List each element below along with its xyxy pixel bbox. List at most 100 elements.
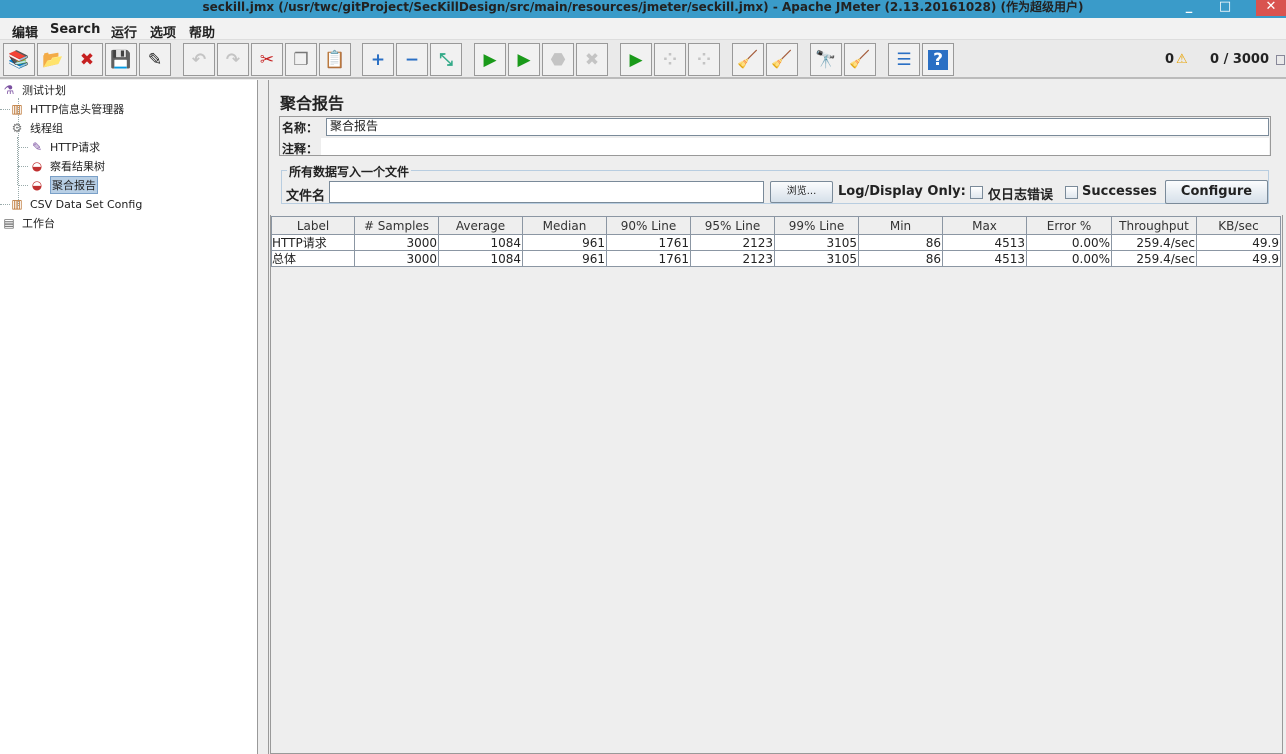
- tree-node[interactable]: ✎ HTTP请求: [28, 138, 100, 156]
- tree-node-icon: ◒: [31, 159, 43, 173]
- tree-node[interactable]: ◒ 察看结果树: [28, 157, 105, 175]
- menu-search[interactable]: Search: [50, 22, 100, 37]
- file-input[interactable]: [329, 181, 764, 203]
- test-plan-tree: ⚗ 测试计划 ▥ HTTP信息头管理器 ⚙ 线程组 ✎ HTTP请求 ◒ 察看结果树 ◒ 聚合报告 ▥ C…: [0, 80, 258, 754]
- start-no-pause-button[interactable]: ▶: [508, 43, 540, 76]
- file-group-title: 所有数据写入一个文件: [287, 163, 412, 180]
- tree-node[interactable]: ⚙ 线程组: [8, 119, 63, 137]
- successes-checkbox[interactable]: [1065, 186, 1078, 199]
- copy-button[interactable]: ❐: [285, 43, 317, 76]
- undo-button[interactable]: ↶: [183, 43, 215, 76]
- reset-search-button[interactable]: 🧹: [844, 43, 876, 76]
- redo-icon: ↷: [225, 49, 241, 70]
- help-button[interactable]: ?: [922, 43, 954, 76]
- table-cell: 1084: [438, 234, 523, 251]
- stop-button[interactable]: ⬣: [542, 43, 574, 76]
- function-helper-button[interactable]: ☰: [888, 43, 920, 76]
- name-input[interactable]: 聚合报告: [326, 118, 1269, 136]
- clear-button[interactable]: 🧹: [732, 43, 764, 76]
- table-row[interactable]: HTTP请求 3000 1084 961 1761 2123 3105 86 4513 0.00%…: [271, 234, 1281, 251]
- table-cell: 49.9: [1196, 250, 1281, 267]
- configure-button[interactable]: Configure: [1165, 180, 1268, 204]
- column-header[interactable]: Min: [858, 216, 943, 235]
- tree-node[interactable]: ▥ HTTP信息头管理器: [8, 100, 124, 118]
- tree-node-label: 测试计划: [22, 84, 66, 97]
- table-cell: 3000: [354, 250, 439, 267]
- save-button[interactable]: 💾: [105, 43, 137, 76]
- maximize-button[interactable]: □: [1212, 0, 1238, 16]
- menu-options[interactable]: 选项: [150, 22, 176, 41]
- paste-button[interactable]: 📋: [319, 43, 351, 76]
- tree-node[interactable]: ◒ 聚合报告: [28, 176, 98, 194]
- tree-node-icon: ▥: [11, 102, 23, 116]
- errors-only-checkbox[interactable]: [970, 186, 983, 199]
- tree-node-label: HTTP请求: [50, 141, 101, 154]
- comment-label: 注释：: [282, 142, 319, 156]
- start-button[interactable]: ▶: [474, 43, 506, 76]
- column-header[interactable]: 99% Line: [774, 216, 859, 235]
- column-header[interactable]: Median: [522, 216, 607, 235]
- tree-node-label: 工作台: [22, 217, 55, 230]
- column-header[interactable]: 90% Line: [606, 216, 691, 235]
- menu-run[interactable]: 运行: [111, 22, 137, 41]
- remote-start-icon: ▶: [629, 49, 643, 70]
- table-cell: 2123: [690, 234, 775, 251]
- close-button[interactable]: ✖: [71, 43, 103, 76]
- tree-node[interactable]: ⚗ 测试计划: [0, 81, 66, 99]
- expand-button[interactable]: +: [362, 43, 394, 76]
- menu-help[interactable]: 帮助: [189, 22, 215, 41]
- column-header[interactable]: KB/sec: [1196, 216, 1281, 235]
- table-cell: HTTP请求: [271, 234, 355, 251]
- search-button[interactable]: 🔭: [810, 43, 842, 76]
- stop-icon: ⬣: [550, 49, 566, 70]
- redo-button[interactable]: ↷: [217, 43, 249, 76]
- split-pane-divider[interactable]: [259, 80, 269, 754]
- column-header[interactable]: # Samples: [354, 216, 439, 235]
- clear-icon: 🧹: [737, 49, 759, 70]
- remote-start-button[interactable]: ▶: [620, 43, 652, 76]
- table-cell: 2123: [690, 250, 775, 267]
- tree-node-label: 线程组: [30, 122, 63, 135]
- cut-button[interactable]: ✂: [251, 43, 283, 76]
- tree-node-icon: ◒: [31, 178, 43, 192]
- column-header[interactable]: Average: [438, 216, 523, 235]
- menu-edit[interactable]: 编辑: [12, 22, 38, 41]
- table-cell: 961: [522, 250, 607, 267]
- reset-search-icon: 🧹: [849, 49, 871, 70]
- shutdown-button[interactable]: ✖: [576, 43, 608, 76]
- table-cell: 0.00%: [1026, 234, 1112, 251]
- tree-node-label: CSV Data Set Config: [30, 197, 143, 211]
- tree-node-icon: ✎: [31, 140, 43, 154]
- collapse-button[interactable]: −: [396, 43, 428, 76]
- table-cell: 3000: [354, 234, 439, 251]
- close-button[interactable]: ✕: [1256, 0, 1286, 16]
- templates-button[interactable]: 📚: [3, 43, 35, 76]
- save-as-button[interactable]: ✎: [139, 43, 171, 76]
- column-header[interactable]: Label: [271, 216, 355, 235]
- name-label: 名称：: [282, 121, 319, 135]
- browse-button[interactable]: 浏览...: [770, 181, 833, 203]
- clear-all-button[interactable]: 🧹: [766, 43, 798, 76]
- column-header[interactable]: 95% Line: [690, 216, 775, 235]
- remote-shutdown-button[interactable]: ⁘: [688, 43, 720, 76]
- column-header[interactable]: Throughput: [1111, 216, 1197, 235]
- table-row[interactable]: 总体 3000 1084 961 1761 2123 3105 86 4513 0.00% 259.…: [271, 250, 1281, 267]
- warning-icon[interactable]: ⚠: [1176, 52, 1188, 67]
- column-header[interactable]: Error %: [1026, 216, 1112, 235]
- save-icon: 💾: [110, 49, 132, 70]
- table-cell: 0.00%: [1026, 250, 1112, 267]
- shutdown-icon: ✖: [584, 49, 600, 70]
- column-header[interactable]: Max: [942, 216, 1027, 235]
- tree-node-icon: ⚗: [3, 83, 15, 97]
- tree-node-label: HTTP信息头管理器: [30, 103, 125, 116]
- remote-stop-button[interactable]: ⁘: [654, 43, 686, 76]
- templates-icon: 📚: [8, 49, 30, 70]
- comment-input[interactable]: [321, 138, 1269, 155]
- tree-node[interactable]: ▤ 工作台: [0, 214, 55, 232]
- successes-label: Successes: [1082, 184, 1157, 199]
- minimize-button[interactable]: _: [1176, 0, 1202, 16]
- tree-node[interactable]: ▥ CSV Data Set Config: [8, 195, 142, 213]
- toggle-button[interactable]: ⤡: [430, 43, 462, 76]
- open-button[interactable]: 📂: [37, 43, 69, 76]
- table-cell: 259.4/sec: [1111, 234, 1197, 251]
